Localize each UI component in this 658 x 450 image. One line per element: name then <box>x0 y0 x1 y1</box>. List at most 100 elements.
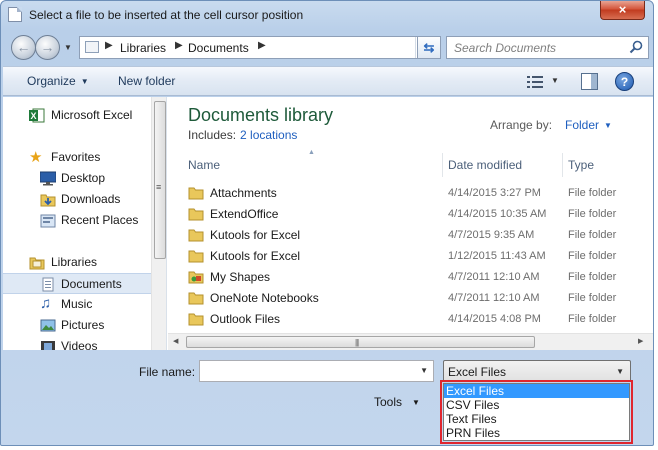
chevron-down-icon: ▼ <box>80 77 89 86</box>
navigation-scrollbar[interactable]: ≡ <box>151 97 166 350</box>
command-toolbar: Organize ▼ New folder ▼ ? <box>3 66 653 96</box>
sidebar-item-videos[interactable]: Videos <box>3 336 153 350</box>
search-input[interactable]: Search Documents <box>454 41 556 55</box>
sidebar-item-label: Libraries <box>51 255 98 269</box>
downloads-icon <box>40 194 56 207</box>
sidebar-item-label: Downloads <box>61 192 121 206</box>
horizontal-scrollbar[interactable]: ◀ ||| ▶ <box>168 333 653 350</box>
breadcrumb-chevron-icon[interactable]: ▶ <box>105 40 113 51</box>
new-folder-button[interactable]: New folder <box>118 74 175 88</box>
dropdown-option-csv-files[interactable]: CSV Files <box>444 398 629 412</box>
folder-icon <box>188 313 204 326</box>
breadcrumb-chevron-icon[interactable]: ▶ <box>175 40 183 51</box>
column-divider[interactable] <box>562 153 563 177</box>
refresh-icon: ⇆ <box>423 40 435 55</box>
chevron-down-icon: ▼ <box>412 398 420 407</box>
column-header-date[interactable]: Date modified <box>448 153 522 177</box>
dropdown-option-excel-files[interactable]: Excel Files <box>444 384 629 398</box>
tools-label: Tools <box>374 395 403 409</box>
location-folder-icon <box>85 41 99 53</box>
recent-locations-chevron-icon[interactable]: ▼ <box>64 43 72 52</box>
dropdown-option-text-files[interactable]: Text Files <box>444 412 629 426</box>
sidebar-item-favorites[interactable]: ★ Favorites <box>3 147 153 168</box>
breadcrumb-libraries[interactable]: Libraries <box>120 41 166 55</box>
desktop-icon <box>40 171 56 186</box>
tools-button[interactable]: Tools ▼ <box>374 395 420 409</box>
refresh-button[interactable]: ⇆ <box>417 36 441 59</box>
address-bar[interactable]: ▶ Libraries ▶ Documents ▶ ▼ <box>79 36 435 59</box>
sidebar-item-microsoft-excel[interactable]: X Microsoft Excel <box>3 105 153 126</box>
help-icon[interactable]: ? <box>615 72 634 91</box>
chevron-down-icon[interactable]: ▼ <box>420 366 428 375</box>
sidebar-item-desktop[interactable]: Desktop <box>3 168 153 189</box>
library-title: Documents library <box>188 105 334 125</box>
file-name: Outlook Files <box>210 312 281 326</box>
change-view-icon[interactable] <box>527 75 543 89</box>
title-bar[interactable]: Select a file to be inserted at the cell… <box>1 1 653 29</box>
column-header-type[interactable]: Type <box>568 153 594 177</box>
arrange-by-label: Arrange by: <box>490 118 553 132</box>
file-row[interactable]: Kutools for Excel 4/7/2015 9:35 AM File … <box>184 225 653 246</box>
file-date: 1/12/2015 11:43 AM <box>448 250 546 262</box>
sidebar-item-pictures[interactable]: Pictures <box>3 315 153 336</box>
file-type-dropdown-list: Excel Files CSV Files Text Files PRN Fil… <box>443 383 630 441</box>
breadcrumb-chevron-icon[interactable]: ▶ <box>258 40 266 51</box>
sort-ascending-icon: ▲ <box>308 149 315 156</box>
file-type: File folder <box>568 229 617 241</box>
file-name: Kutools for Excel <box>210 228 301 242</box>
close-button[interactable]: × <box>600 1 645 20</box>
scrollbar-grip-icon: ||| <box>355 338 359 347</box>
file-row[interactable]: My Shapes 4/7/2011 12:10 AM File folder <box>184 267 653 288</box>
dropdown-option-prn-files[interactable]: PRN Files <box>444 426 629 440</box>
arrange-by-dropdown[interactable]: Folder ▼ <box>565 118 612 132</box>
file-name: My Shapes <box>210 270 271 284</box>
file-row[interactable]: Kutools for Excel 1/12/2015 11:43 AM Fil… <box>184 246 653 267</box>
folder-icon <box>188 292 204 305</box>
file-row[interactable]: Attachments 4/14/2015 3:27 PM File folde… <box>184 183 653 204</box>
search-icon[interactable] <box>629 40 643 54</box>
column-divider[interactable] <box>442 153 443 177</box>
file-name-field[interactable]: ▼ <box>199 360 434 382</box>
back-button[interactable]: ← <box>11 35 36 60</box>
documents-icon <box>42 277 54 292</box>
file-type: File folder <box>568 292 617 304</box>
sidebar-item-label: Desktop <box>61 171 106 185</box>
file-row[interactable]: Outlook Files 4/14/2015 4:08 PM File fol… <box>184 309 653 330</box>
sidebar-item-recent-places[interactable]: Recent Places <box>3 210 153 231</box>
scrollbar-thumb[interactable] <box>154 101 166 259</box>
sidebar-item-label: Music <box>61 297 93 311</box>
file-date: 4/14/2015 10:35 AM <box>448 208 547 220</box>
organize-button[interactable]: Organize ▼ <box>27 74 89 88</box>
navigation-bar: ← → ▼ ▶ Libraries ▶ Documents ▶ ▼ ⇆ Sear… <box>9 34 649 62</box>
preview-pane-icon[interactable] <box>581 73 598 90</box>
chevron-down-icon: ▼ <box>616 367 624 376</box>
document-icon <box>8 7 22 22</box>
breadcrumb-documents[interactable]: Documents <box>188 41 249 55</box>
file-row[interactable]: OneNote Notebooks 4/7/2011 12:10 AM File… <box>184 288 653 309</box>
column-label: Type <box>568 158 595 172</box>
scroll-left-icon[interactable]: ◀ <box>173 337 178 345</box>
arrange-by-value: Folder <box>565 118 600 132</box>
sidebar-item-label: Documents <box>61 277 122 291</box>
sidebar-item-label: Videos <box>61 339 98 350</box>
sidebar-item-libraries[interactable]: Libraries <box>3 252 153 273</box>
view-options-chevron-icon[interactable]: ▼ <box>551 76 559 85</box>
star-icon: ★ <box>29 149 43 166</box>
sidebar-item-label: Recent Places <box>61 213 139 227</box>
sidebar-item-downloads[interactable]: Downloads <box>3 189 153 210</box>
search-box[interactable]: Search Documents <box>446 36 649 59</box>
sidebar-item-label: Microsoft Excel <box>51 108 133 122</box>
forward-button[interactable]: → <box>35 35 60 60</box>
locations-link[interactable]: 2 locations <box>240 128 297 142</box>
sidebar-item-documents[interactable]: Documents <box>3 273 153 294</box>
file-type: File folder <box>568 313 617 325</box>
scrollbar-thumb[interactable]: ||| <box>186 336 535 348</box>
column-header-name[interactable]: Name <box>188 153 220 177</box>
file-row[interactable]: ExtendOffice 4/14/2015 10:35 AM File fol… <box>184 204 653 225</box>
sidebar-item-music[interactable]: ♫ Music <box>3 294 153 315</box>
file-type-select[interactable]: Excel Files ▼ <box>443 360 631 382</box>
file-name: OneNote Notebooks <box>210 291 319 305</box>
sidebar-item-label: Favorites <box>51 150 101 164</box>
column-label: Name <box>188 158 221 172</box>
scroll-right-icon[interactable]: ▶ <box>638 337 643 345</box>
